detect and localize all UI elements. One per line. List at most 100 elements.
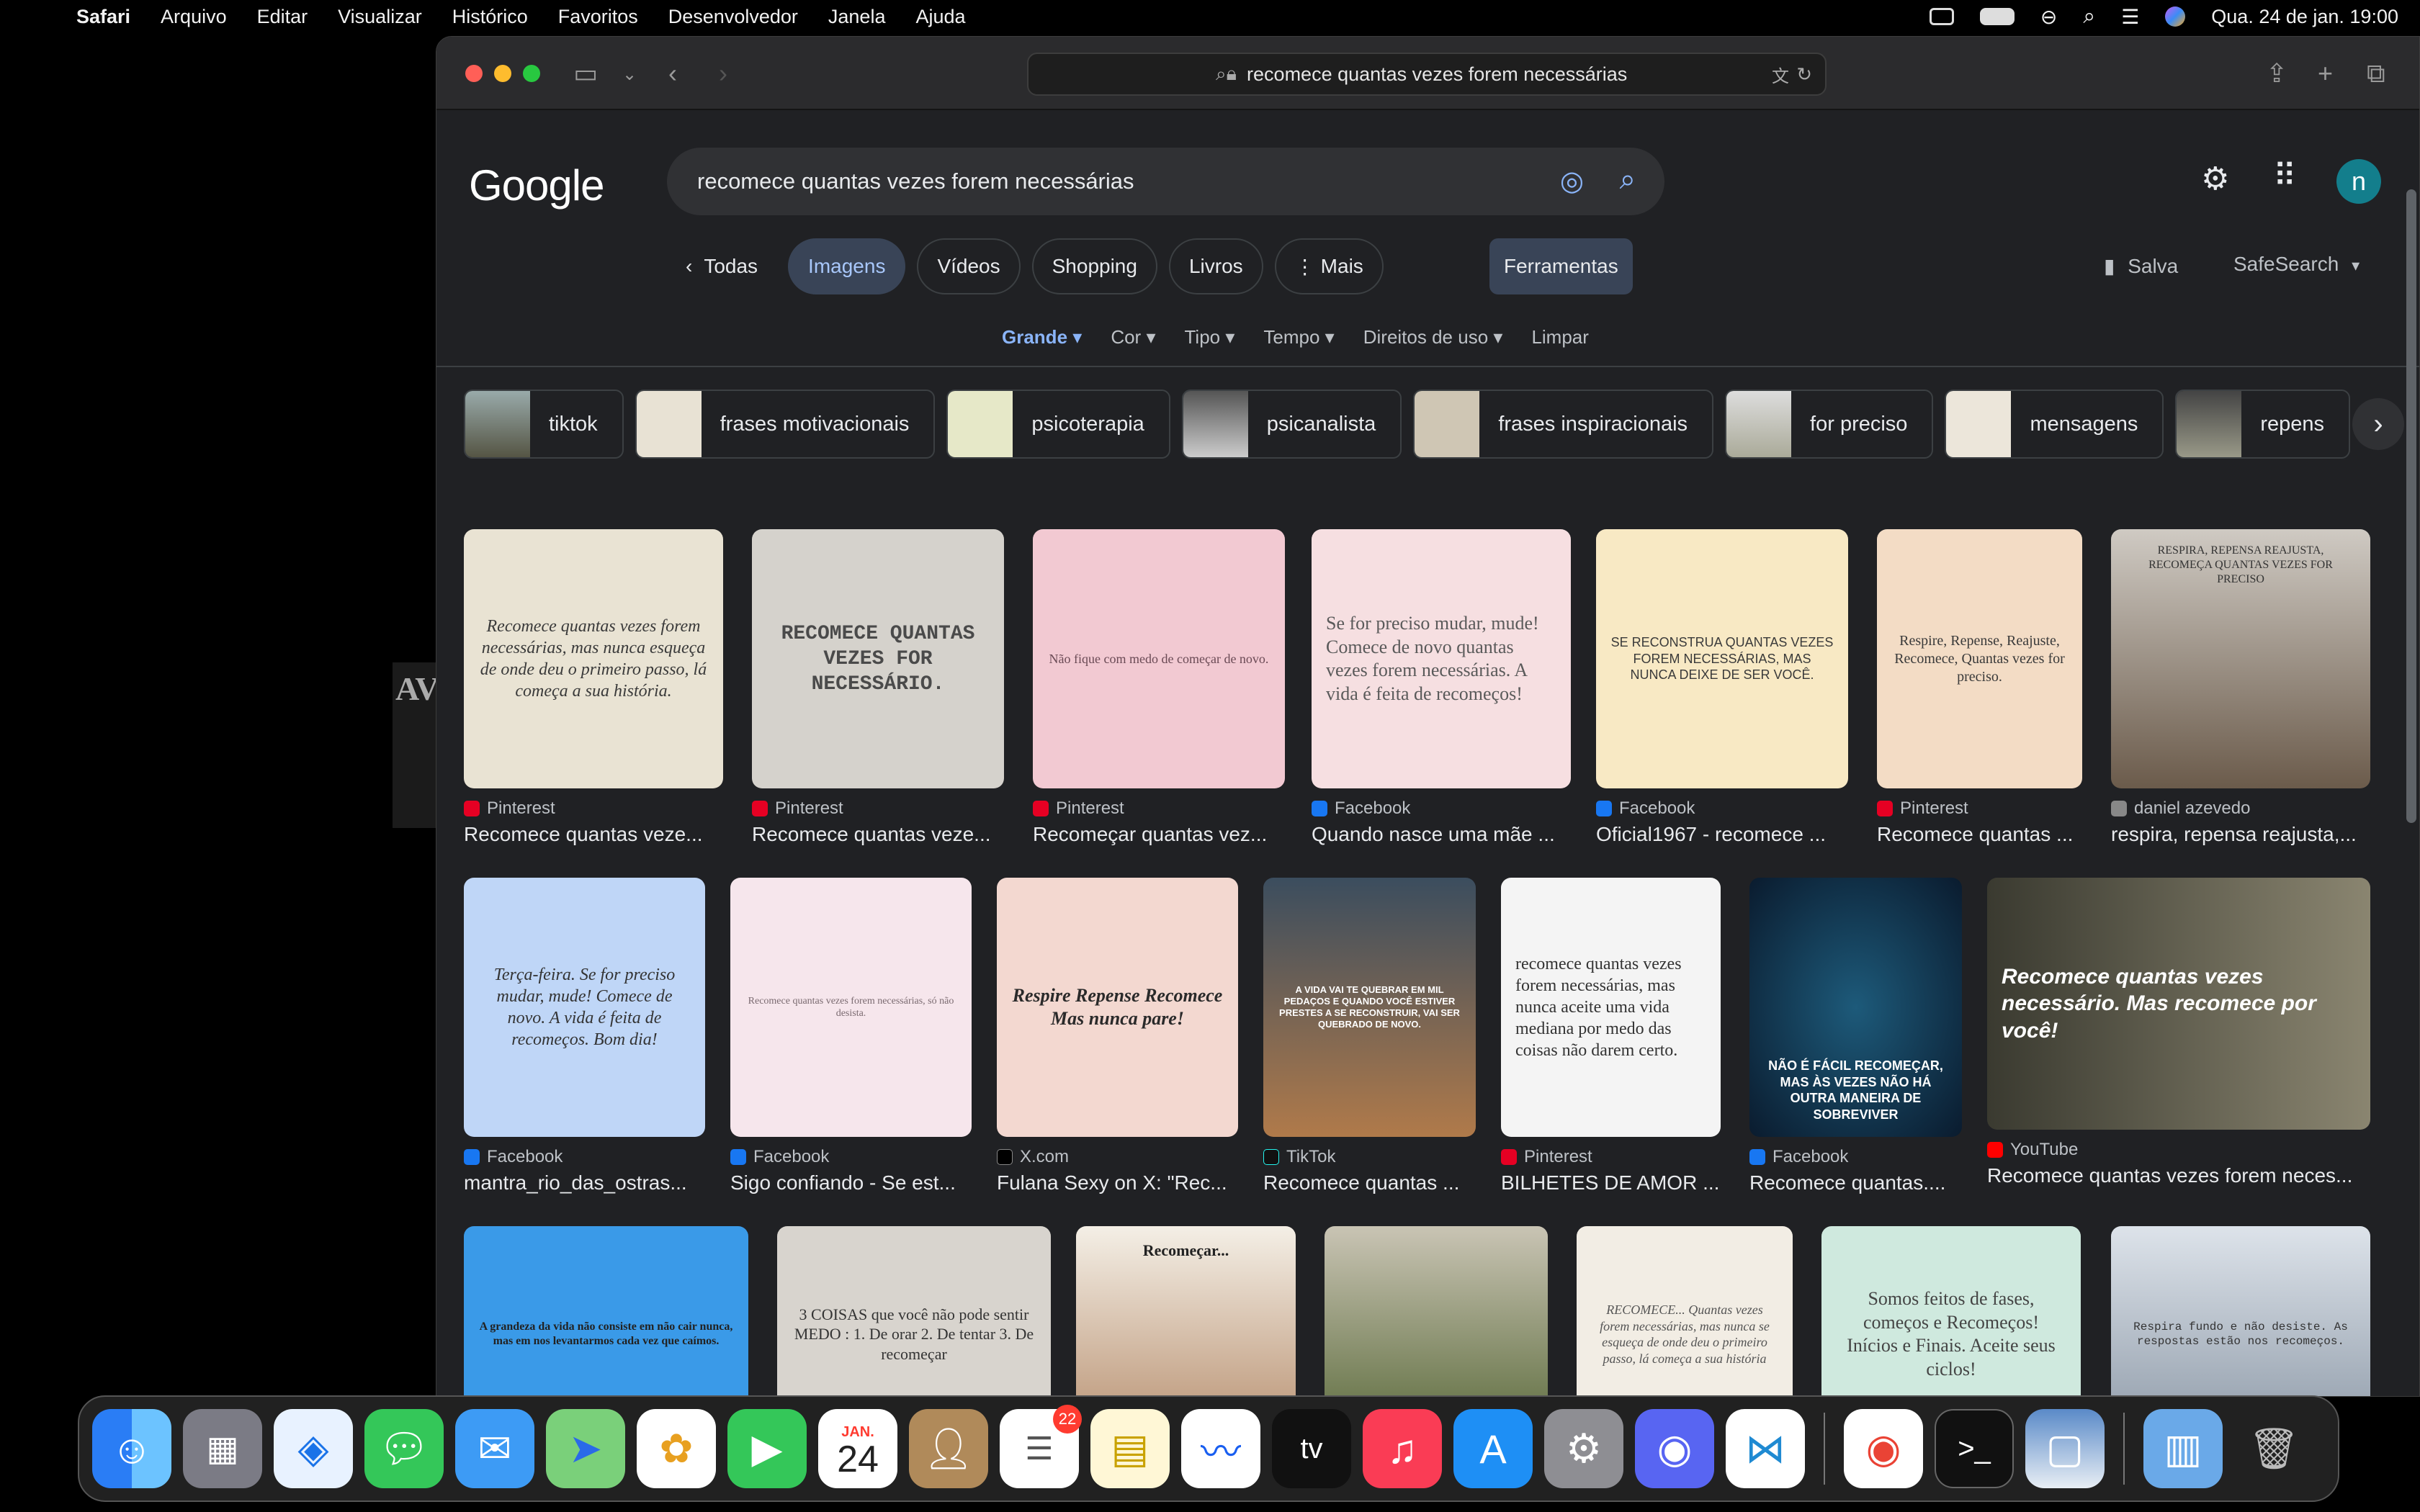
chip-psicoterapia[interactable]: psicoterapia (946, 390, 1170, 459)
image-result[interactable]: RESPIRA, REPENSA REAJUSTA, RECOMEÇA QUAN… (2111, 529, 2370, 846)
result-image[interactable]: 3 COISAS que você não pode sentir MEDO :… (777, 1226, 1051, 1396)
result-source[interactable]: Facebook (730, 1147, 972, 1167)
finder-icon[interactable]: ☺ (92, 1409, 171, 1488)
image-result[interactable]: Recomece quantas vezes forem necessárias… (730, 878, 972, 1194)
image-result[interactable]: Respire Repense Recomece Mas nunca pare!… (997, 878, 1238, 1194)
result-source[interactable]: Facebook (1312, 798, 1571, 819)
result-title[interactable]: Quando nasce uma mãe ... (1312, 823, 1571, 846)
result-image[interactable]: Não fique com medo de começar de novo. (1033, 529, 1285, 788)
filter-time[interactable]: Tempo ▾ (1263, 326, 1334, 348)
menu-clock[interactable]: Qua. 24 de jan. 19:00 (2211, 6, 2398, 28)
tab-todas[interactable]: ‹ Todas (667, 238, 776, 294)
image-result[interactable]: Recomece quantas vezes forem necessárias… (464, 529, 723, 846)
result-title[interactable]: Recomece quantas ... (1877, 823, 2082, 846)
filter-usage-rights[interactable]: Direitos de uso ▾ (1363, 326, 1503, 348)
zoom-window-button[interactable] (523, 65, 540, 82)
app-store-icon[interactable]: A (1453, 1409, 1533, 1488)
result-image[interactable]: Recomece quantas vezes forem necessárias… (730, 878, 972, 1137)
result-source[interactable]: Pinterest (1501, 1147, 1721, 1167)
photos-icon[interactable]: ✿ (637, 1409, 716, 1488)
result-source[interactable]: Pinterest (1033, 798, 1285, 819)
result-source[interactable]: YouTube (1987, 1140, 2370, 1160)
search-box[interactable]: recomece quantas vezes forem necessárias… (667, 148, 1664, 215)
image-result[interactable]: RECOMECE QUANTAS VEZES FOR NECESSÁRIO. P… (752, 529, 1004, 846)
image-result[interactable]: Recomeçar... (1076, 1226, 1296, 1396)
chip-psicanalista[interactable]: psicanalista (1181, 390, 1402, 459)
image-result[interactable]: Somos feitos de fases, começos e Recomeç… (1821, 1226, 2081, 1396)
result-image[interactable]: RECOMECE QUANTAS VEZES FOR NECESSÁRIO. (752, 529, 1004, 788)
result-title[interactable]: Oficial1967 - recomece ... (1596, 823, 1848, 846)
result-source[interactable]: Pinterest (1877, 798, 2082, 819)
image-result[interactable]: Recomece quantas vezes necessário. Mas r… (1987, 878, 2370, 1187)
image-result[interactable] (1325, 1226, 1548, 1396)
trash-icon[interactable]: 🗑︎ (2234, 1409, 2313, 1488)
page-scrollbar[interactable] (2406, 189, 2416, 823)
result-image[interactable]: NÃO É FÁCIL RECOMEÇAR, MAS ÀS VEZES NÃO … (1749, 878, 1962, 1137)
minimize-window-button[interactable] (494, 65, 511, 82)
result-image[interactable]: Somos feitos de fases, começos e Recomeç… (1821, 1226, 2081, 1396)
calendar-icon[interactable]: JAN. 24 (818, 1409, 897, 1488)
menu-ajuda[interactable]: Ajuda (915, 6, 965, 28)
music-icon[interactable]: ♫ (1363, 1409, 1442, 1488)
result-title[interactable]: Recomeçar quantas vez... (1033, 823, 1285, 846)
menu-app-name[interactable]: Safari (76, 6, 130, 28)
result-image[interactable]: Respira fundo e não desiste. As resposta… (2111, 1226, 2370, 1396)
result-image[interactable]: RECOMECE... Quantas vezes forem necessár… (1577, 1226, 1793, 1396)
apple-tv-icon[interactable]: tv (1272, 1409, 1351, 1488)
image-result[interactable]: RECOMECE... Quantas vezes forem necessár… (1577, 1226, 1793, 1396)
menu-janela[interactable]: Janela (828, 6, 886, 28)
menu-arquivo[interactable]: Arquivo (161, 6, 227, 28)
image-result[interactable]: Não fique com medo de começar de novo. P… (1033, 529, 1285, 846)
tab-imagens[interactable]: Imagens (788, 238, 906, 294)
menu-desenvolvedor[interactable]: Desenvolvedor (668, 6, 798, 28)
filter-clear[interactable]: Limpar (1531, 326, 1588, 348)
launchpad-icon[interactable]: ▦ (183, 1409, 262, 1488)
menu-historico[interactable]: Histórico (452, 6, 528, 28)
reminders-icon[interactable]: ☰ 22 (1000, 1405, 1082, 1488)
result-source[interactable]: daniel azevedo (2111, 798, 2370, 819)
battery-icon[interactable] (1979, 8, 2015, 25)
saved-button[interactable]: ▮ Salva (2104, 254, 2178, 278)
facetime-icon[interactable]: ▶ (727, 1409, 807, 1488)
chip-for-preciso[interactable]: for preciso (1725, 390, 1934, 459)
result-image[interactable]: recomece quantas vezes forem necessárias… (1501, 878, 1721, 1137)
link-icon[interactable]: ⊖ (2040, 5, 2057, 29)
result-image[interactable]: RESPIRA, REPENSA REAJUSTA, RECOMEÇA QUAN… (2111, 529, 2370, 788)
spotlight-search-icon[interactable]: ⌕ (2083, 4, 2095, 29)
account-avatar[interactable]: n (2336, 159, 2381, 204)
address-bar[interactable]: ⌕ 🔒︎ recomece quantas vezes forem necess… (1027, 53, 1827, 96)
chrome-icon[interactable]: ◉ (1844, 1409, 1923, 1488)
result-title[interactable]: respira, repensa reajusta,... (2111, 823, 2370, 846)
image-result[interactable]: Respire, Repense, Reajuste, Recomece, Qu… (1877, 529, 2082, 846)
result-source[interactable]: Facebook (464, 1147, 705, 1167)
result-source[interactable]: Facebook (1749, 1147, 1962, 1167)
result-title[interactable]: Sigo confiando - Se est... (730, 1171, 972, 1194)
search-submit-icon[interactable]: ⌕ (1620, 163, 1636, 196)
messages-icon[interactable]: 💬︎ (364, 1409, 444, 1488)
tab-mais[interactable]: ⋮ Mais (1274, 238, 1384, 294)
forward-arrow-icon[interactable]: › (719, 58, 727, 89)
settings-gear-icon[interactable]: ⚙ (2201, 161, 2229, 197)
result-image[interactable]: Respire, Repense, Reajuste, Recomece, Qu… (1877, 529, 2082, 788)
result-image[interactable] (1325, 1226, 1548, 1396)
result-image[interactable]: Terça-feira. Se for preciso mudar, mude!… (464, 878, 705, 1137)
translate-icon[interactable]: 文 (1772, 62, 1789, 87)
result-image[interactable]: Se for preciso mudar, mude! Comece de no… (1312, 529, 1571, 788)
result-source[interactable]: Facebook (1596, 798, 1848, 819)
tab-livros[interactable]: Livros (1168, 238, 1263, 294)
result-title[interactable]: mantra_rio_das_ostras... (464, 1171, 705, 1194)
sidebar-toggle-icon[interactable]: ▭ (573, 58, 598, 89)
chips-next-arrow-icon[interactable]: › (2352, 398, 2404, 450)
result-image[interactable]: Recomece quantas vezes forem necessárias… (464, 529, 723, 788)
result-image[interactable]: A VIDA VAI TE QUEBRAR EM MIL PEDAÇOS E Q… (1263, 878, 1476, 1137)
discord-icon[interactable]: ◉ (1635, 1409, 1714, 1488)
result-title[interactable]: Recomece quantas.... (1749, 1171, 1962, 1194)
contacts-icon[interactable]: 👤︎ (909, 1409, 988, 1488)
menu-editar[interactable]: Editar (257, 6, 308, 28)
result-source[interactable]: X.com (997, 1147, 1238, 1167)
result-source[interactable]: Pinterest (464, 798, 723, 819)
maps-icon[interactable]: ➤ (546, 1409, 625, 1488)
result-source[interactable]: TikTok (1263, 1147, 1476, 1167)
tools-button[interactable]: Ferramentas (1489, 238, 1633, 294)
chip-tiktok[interactable]: tiktok (464, 390, 624, 459)
